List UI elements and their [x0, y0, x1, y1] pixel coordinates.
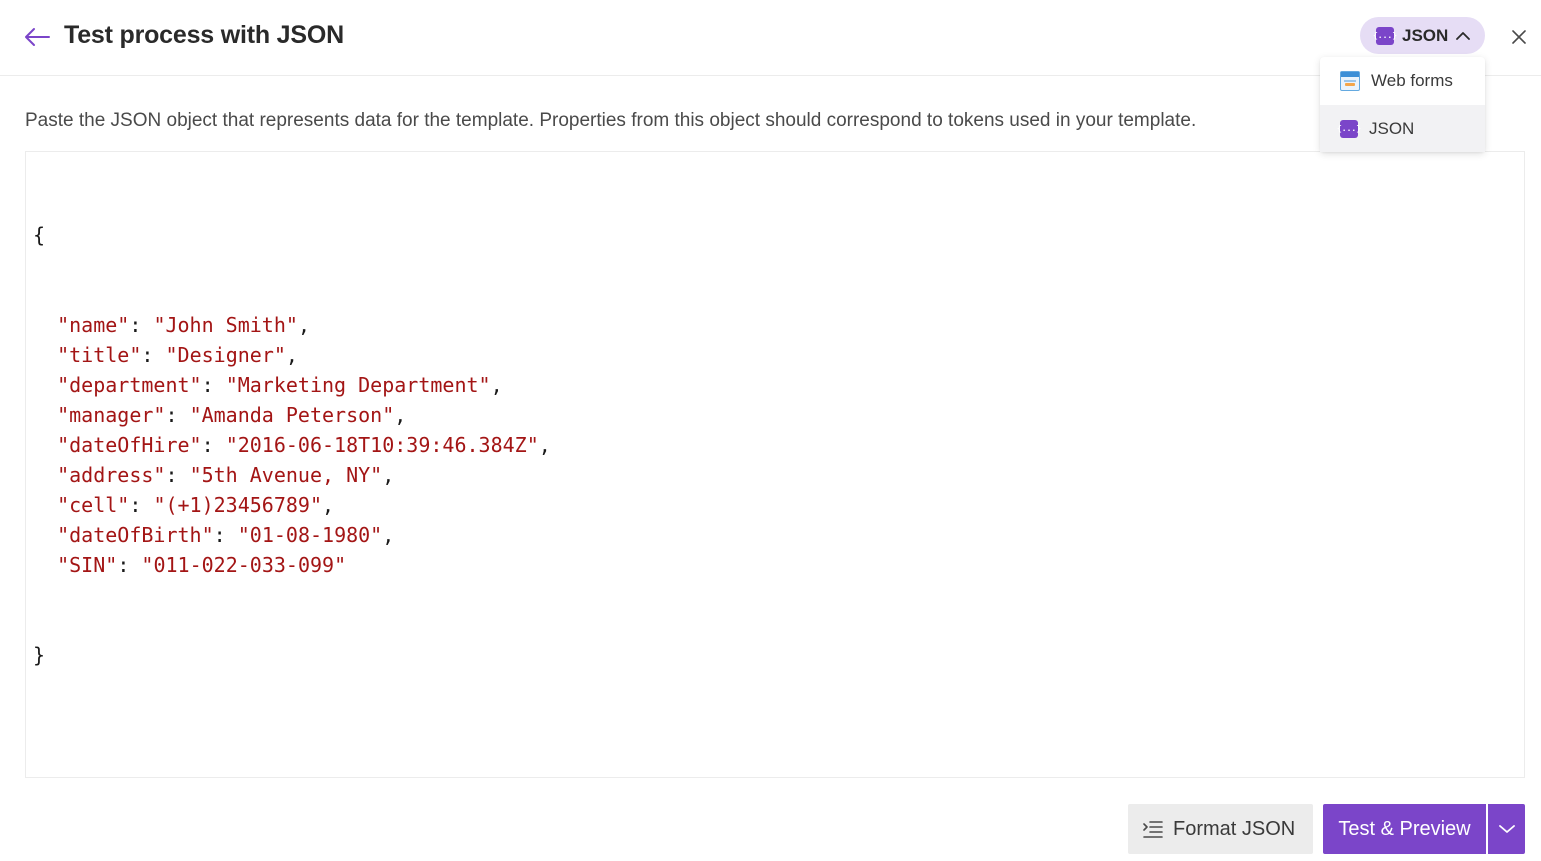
json-value: "Marketing Department" [225, 373, 491, 397]
json-property-line: "title": "Designer", [57, 343, 298, 367]
json-key: "manager" [57, 403, 166, 427]
json-value: "(+1)23456789" [153, 493, 323, 517]
json-key: "SIN" [57, 553, 118, 577]
page-title: Test process with JSON [64, 21, 344, 49]
open-brace: { [33, 223, 46, 247]
json-editor[interactable]: { "name": "John Smith", "title": "Design… [25, 151, 1525, 778]
json-value: "Designer" [165, 343, 286, 367]
code-line: } [33, 640, 1524, 670]
chevron-up-icon [1456, 31, 1471, 41]
format-json-label: Format JSON [1173, 817, 1296, 840]
json-separator: , [382, 523, 395, 547]
data-source-toggle[interactable]: {...} JSON [1360, 17, 1485, 54]
json-key: "address" [57, 463, 166, 487]
test-preview-label: Test & Preview [1338, 817, 1471, 840]
test-preview-options-button[interactable] [1488, 804, 1525, 854]
test-process-dialog: Test process with JSON {...} JSON Web fo… [0, 0, 1541, 861]
json-separator: , [297, 313, 310, 337]
json-property-line: "manager": "Amanda Peterson", [57, 403, 407, 427]
json-value: "5th Avenue, NY" [189, 463, 383, 487]
json-key: "cell" [57, 493, 130, 517]
json-key: "dateOfHire" [57, 433, 202, 457]
json-value: "2016-06-18T10:39:46.384Z" [225, 433, 539, 457]
dialog-header: Test process with JSON {...} JSON [0, 0, 1541, 76]
web-forms-icon [1340, 70, 1360, 91]
menu-item-json[interactable]: {...} JSON [1320, 105, 1485, 152]
json-key: "department" [57, 373, 202, 397]
json-value: "Amanda Peterson" [189, 403, 395, 427]
json-value: "011-022-033-099" [141, 553, 347, 577]
json-separator: , [382, 463, 395, 487]
json-property-line: "cell": "(+1)23456789", [57, 493, 335, 517]
json-property-line: "name": "John Smith", [57, 313, 310, 337]
json-property-line: "SIN": "011-022-033-099" [57, 553, 347, 577]
menu-item-label: JSON [1369, 118, 1415, 138]
json-key: "title" [57, 343, 142, 367]
json-key: "name" [57, 313, 130, 337]
format-json-button[interactable]: Format JSON [1128, 804, 1313, 854]
data-source-menu: Web forms {...} JSON [1320, 57, 1485, 152]
close-button[interactable] [1506, 24, 1532, 50]
arrow-left-icon [25, 28, 50, 46]
indent-icon [1143, 821, 1163, 838]
json-value: "01-08-1980" [237, 523, 383, 547]
json-property-line: "department": "Marketing Department", [57, 373, 503, 397]
json-separator: , [394, 403, 407, 427]
code-line: { [33, 220, 1524, 250]
json-key: "dateOfBirth" [57, 523, 214, 547]
menu-item-web-forms[interactable]: Web forms [1320, 57, 1485, 104]
json-property-line: "address": "5th Avenue, NY", [57, 463, 395, 487]
back-button[interactable] [22, 22, 52, 52]
test-preview-button[interactable]: Test & Preview [1323, 804, 1486, 854]
json-value: "John Smith" [153, 313, 298, 337]
data-source-label: JSON [1402, 25, 1449, 45]
json-separator: , [490, 373, 503, 397]
chevron-down-icon [1498, 825, 1515, 833]
menu-item-label: Web forms [1371, 70, 1453, 90]
close-brace: } [33, 643, 46, 667]
json-separator: , [285, 343, 298, 367]
json-property-line: "dateOfBirth": "01-08-1980", [57, 523, 395, 547]
json-separator: , [322, 493, 335, 517]
close-icon [1512, 30, 1526, 44]
json-separator: , [538, 433, 551, 457]
json-icon: {...} [1373, 26, 1397, 45]
json-property-line: "dateOfHire": "2016-06-18T10:39:46.384Z"… [57, 433, 551, 457]
instructions-text: Paste the JSON object that represents da… [25, 110, 1197, 131]
json-icon: {...} [1337, 119, 1361, 138]
